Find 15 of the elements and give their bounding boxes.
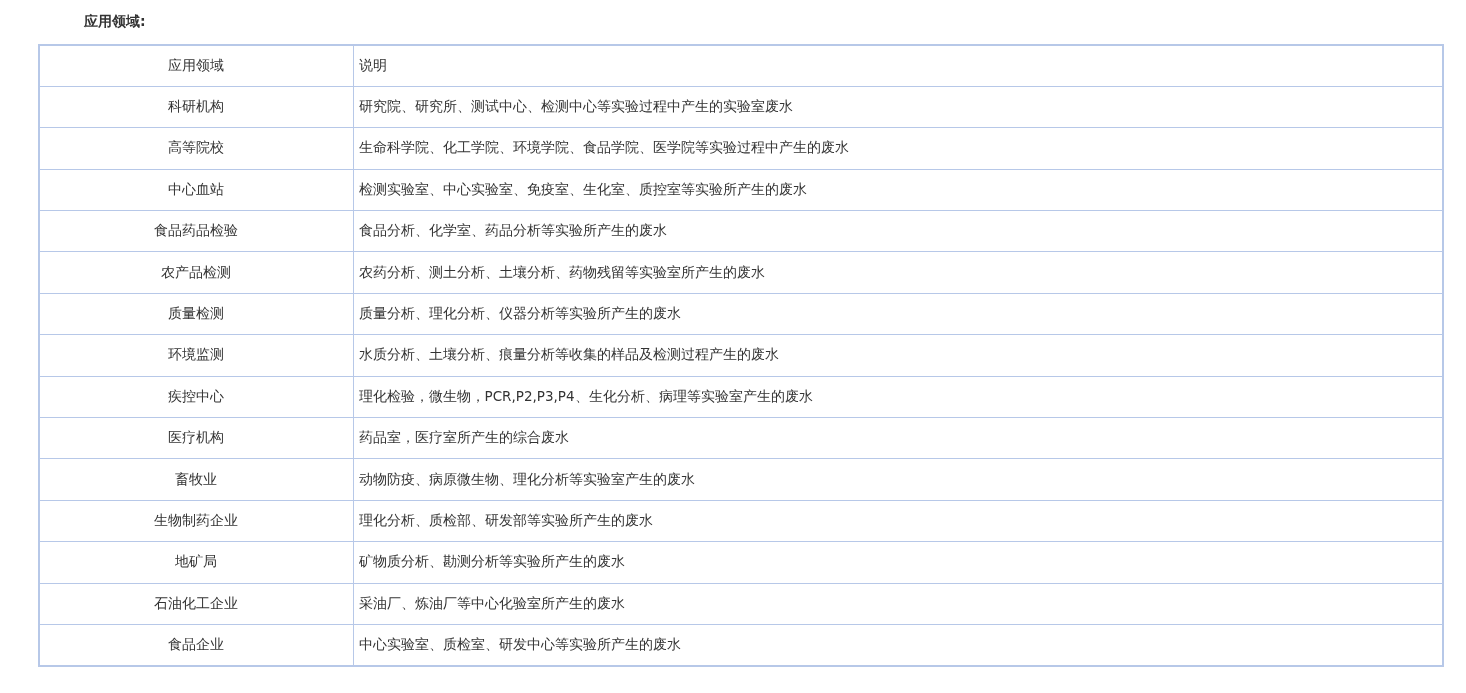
table-cell: 食品药品检验 [39,210,353,252]
table-cell: 疾控中心 [39,376,353,418]
table-cell: 环境监测 [39,334,353,377]
table-cell: 畜牧业 [39,458,353,501]
table-cell: 应用领域 [39,45,353,87]
table-cell: 地矿局 [39,541,353,584]
table-cell: 质量检测 [39,293,353,335]
table-cell: 石油化工企业 [39,583,353,625]
table-cell: 高等院校 [39,127,353,170]
table-cell: 科研机构 [39,86,353,128]
table-cell: 中心血站 [39,169,353,211]
section-heading: 应用领域: [83,12,147,31]
table-cell: 生物制药企业 [39,500,353,542]
table-cell: 医疗机构 [39,417,353,459]
table-cell: 农产品检测 [39,251,353,294]
